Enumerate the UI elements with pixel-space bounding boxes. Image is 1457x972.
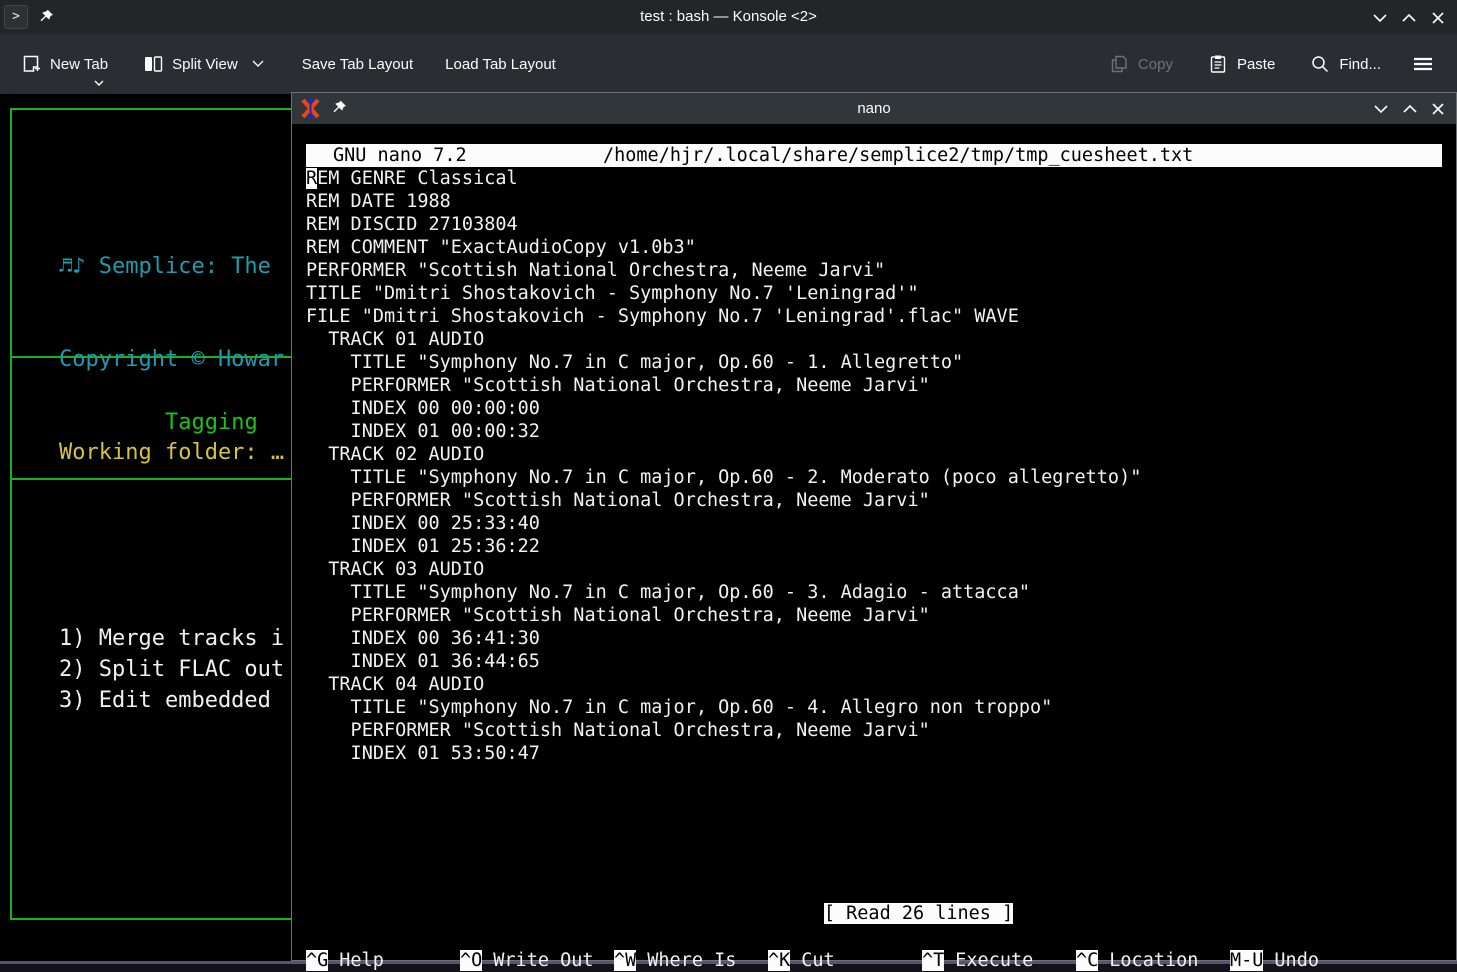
shortcut-key: ^C [1076,950,1098,971]
buffer-line: TITLE "Symphony No.7 in C major, Op.60 -… [306,466,1141,489]
maximize-button[interactable] [1399,98,1421,120]
maximize-button[interactable] [1398,7,1420,29]
nano-version: GNU nano 7.2 [333,144,467,167]
buffer-line: TITLE "Symphony No.7 in C major, Op.60 -… [306,696,1141,719]
copy-label: Copy [1138,56,1173,73]
nano-header-bar: GNU nano 7.2 /home/hjr/.local/share/semp… [306,144,1442,167]
buffer-line: INDEX 01 53:50:47 [306,742,1141,765]
buffer-line: INDEX 00 00:00:00 [306,397,1141,420]
new-tab-menu-chevron[interactable] [94,80,104,87]
buffer-line: TRACK 02 AUDIO [306,443,1141,466]
close-button[interactable] [1427,7,1449,29]
buffer-line: REM DATE 1988 [306,190,1141,213]
load-tab-layout-button[interactable]: Load Tab Layout [435,48,566,81]
shortcut: ^W Where Is [614,949,768,972]
shortcut: ^O Write Out [460,949,614,972]
buffer-line: INDEX 01 36:44:65 [306,650,1141,673]
konsole-toolbar: New Tab Split View Save Tab Layout Load … [0,34,1457,94]
buffer-line: TRACK 01 AUDIO [306,328,1141,351]
shortcut-key: ^O [460,950,482,971]
shortcut-key: ^G [306,950,328,971]
close-button[interactable] [1427,98,1449,120]
load-tab-layout-label: Load Tab Layout [445,56,556,73]
split-view-label: Split View [172,56,238,73]
shortcut-label: Undo [1274,950,1319,971]
shortcut-key: ^W [614,950,636,971]
buffer-line: PERFORMER "Scottish National Orchestra, … [306,259,1141,282]
split-view-chevron[interactable] [252,60,264,68]
buffer-line: TRACK 03 AUDIO [306,558,1141,581]
find-label: Find... [1339,56,1381,73]
shortcut-label: Help [339,950,384,971]
konsole-window: > test : bash — Konsole <2> New Tab [0,0,1457,972]
shortcut-key: M-U [1230,950,1263,971]
paste-label: Paste [1237,56,1275,73]
buffer-line: TITLE "Symphony No.7 in C major, Op.60 -… [306,351,1141,374]
new-tab-button[interactable]: New Tab [10,45,118,83]
save-tab-layout-button[interactable]: Save Tab Layout [292,48,423,81]
text-cursor: R [306,168,317,189]
buffer-line: PERFORMER "Scottish National Orchestra, … [306,604,1141,627]
shortcut: ^K Cut [768,949,922,972]
nano-window-title: nano [292,93,1456,124]
shortcut-label: Execute [955,950,1033,971]
shortcut-key: ^K [768,950,790,971]
buffer-line: TITLE "Symphony No.7 in C major, Op.60 -… [306,581,1141,604]
nano-titlebar: nano [292,93,1456,124]
split-view-button[interactable]: Split View [132,45,274,83]
shortcut-label: Where Is [647,950,736,971]
shortcut: ^T Execute [922,949,1076,972]
paste-icon [1207,53,1229,75]
buffer-line: REM COMMENT "ExactAudioCopy v1.0b3" [306,236,1141,259]
new-tab-label: New Tab [50,56,108,73]
search-icon [1309,53,1331,75]
find-button[interactable]: Find... [1299,45,1391,83]
minimize-button[interactable] [1370,98,1392,120]
window-title: test : bash — Konsole <2> [0,0,1457,34]
buffer-line: REM GENRE Classical [306,167,1141,190]
copy-button[interactable]: Copy [1098,45,1183,83]
buffer-line: INDEX 00 25:33:40 [306,512,1141,535]
shortcut-key: ^T [922,950,944,971]
copy-icon [1108,53,1130,75]
split-view-icon [142,53,164,75]
shortcut-label: Cut [801,950,834,971]
nano-terminal[interactable]: GNU nano 7.2 /home/hjr/.local/share/semp… [292,124,1456,960]
buffer-line: TITLE "Dmitri Shostakovich - Symphony No… [306,282,1141,305]
shortcut: M-U Undo [1230,949,1319,972]
nano-window: nano GNU nano 7.2 /home/hjr/.local/share… [291,92,1457,961]
buffer-line: REM DISCID 27103804 [306,213,1141,236]
buffer-line: INDEX 01 25:36:22 [306,535,1141,558]
buffer-line: PERFORMER "Scottish National Orchestra, … [306,719,1141,742]
nano-buffer[interactable]: REM GENRE ClassicalREM DATE 1988REM DISC… [306,167,1141,765]
buffer-line: FILE "Dmitri Shostakovich - Symphony No.… [306,305,1141,328]
tui-tab-tagging[interactable]: Tagging [165,410,258,435]
hamburger-menu-button[interactable] [1401,45,1445,83]
new-tab-icon [20,53,42,75]
buffer-line: INDEX 00 36:41:30 [306,627,1141,650]
shortcut-row-1: ^G Help ^O Write Out ^W Where Is ^K Cut ^T Execut… [306,949,1456,972]
konsole-titlebar: > test : bash — Konsole <2> [0,0,1457,34]
shortcut: ^C Location [1076,949,1230,972]
save-tab-layout-label: Save Tab Layout [302,56,413,73]
buffer-line: PERFORMER "Scottish National Orchestra, … [306,489,1141,512]
buffer-line: PERFORMER "Scottish National Orchestra, … [306,374,1141,397]
paste-button[interactable]: Paste [1197,45,1285,83]
nano-shortcut-bar: ^G Help ^O Write Out ^W Where Is ^K Cut ^T Execut… [306,903,1456,972]
shortcut: ^G Help [306,949,460,972]
buffer-line: TRACK 04 AUDIO [306,673,1141,696]
nano-file-path: /home/hjr/.local/share/semplice2/tmp/tmp… [603,144,1193,167]
hamburger-icon [1411,53,1435,75]
shortcut-label: Write Out [493,950,593,971]
shortcut-label: Location [1109,950,1198,971]
minimize-button[interactable] [1369,7,1391,29]
buffer-line: INDEX 01 00:00:32 [306,420,1141,443]
